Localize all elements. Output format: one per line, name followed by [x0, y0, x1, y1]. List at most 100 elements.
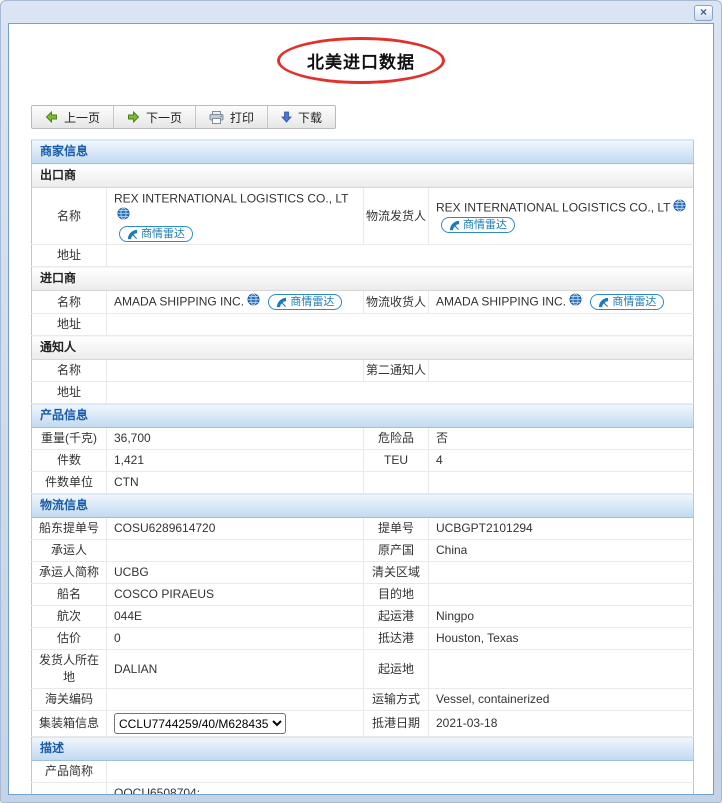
field-label: 抵达港	[363, 627, 429, 651]
section-header-product: 产品信息	[31, 403, 694, 429]
container-info-cell: CCLU7744259/40/M628435	[106, 710, 364, 738]
next-page-button[interactable]: 下一页	[114, 106, 197, 128]
vessel-name-value: COSCO PIRAEUS	[106, 583, 364, 607]
teu-value: 4	[428, 449, 694, 473]
table-row: 名称 第二通知人	[31, 359, 694, 383]
globe-icon[interactable]	[673, 199, 687, 215]
unit-value: CTN	[106, 471, 364, 495]
voyage-value: 044E	[106, 605, 364, 629]
print-label: 打印	[230, 110, 255, 125]
field-label: 产品描述	[31, 782, 107, 794]
arrival-date-value: 2021-03-18	[428, 710, 694, 738]
dialog-content: 北美进口数据 上一页 下一页 打印 下载 商家信息 出口商 名称 REX INT…	[8, 23, 714, 795]
section-header-merchant: 商家信息	[31, 139, 694, 164]
customs-area-value	[428, 561, 694, 585]
field-label: 运输方式	[363, 688, 429, 712]
radar-icon	[127, 229, 138, 239]
container-select[interactable]: CCLU7744259/40/M628435	[114, 713, 286, 735]
origin-country-value: China	[428, 539, 694, 563]
radar-badge-label: 商情雷达	[290, 295, 335, 308]
radar-badge-label: 商情雷达	[141, 227, 185, 240]
field-label: 第二通知人	[363, 359, 429, 383]
shipper-name: REX INTERNATIONAL LOGISTICS CO., LT	[436, 200, 671, 215]
weight-value: 36,700	[106, 427, 364, 451]
transport-mode-value: Vessel, containerized	[428, 688, 694, 712]
detail-table: 商家信息 出口商 名称 REX INTERNATIONAL LOGISTICS …	[31, 139, 695, 794]
table-row: 船名 COSCO PIRAEUS 目的地	[31, 583, 694, 607]
table-row: 估价 0 抵达港 Houston, Texas	[31, 627, 694, 651]
field-label	[363, 471, 429, 495]
carrier-value	[106, 539, 364, 563]
globe-icon[interactable]	[117, 207, 130, 223]
field-label: 原产国	[363, 539, 429, 563]
destination-value	[428, 583, 694, 607]
product-description-value: OOCU6508704: 001:KITCHEN WAREIMPORT WHIT…	[106, 782, 694, 794]
field-label: 地址	[31, 313, 107, 337]
table-row: 集装箱信息 CCLU7744259/40/M628435 抵港日期 2021-0…	[31, 710, 694, 738]
importer-name-cell: AMADA SHIPPING INC. 商情雷达	[106, 290, 364, 315]
field-label: 起运港	[363, 605, 429, 629]
radar-badge-button[interactable]: 商情雷达	[268, 294, 343, 311]
shipper-name-cell: REX INTERNATIONAL LOGISTICS CO., LT 商情雷达	[428, 187, 694, 246]
product-short-name-value	[106, 760, 694, 784]
importer-name: AMADA SHIPPING INC.	[114, 294, 245, 309]
table-row: 船东提单号 COSU6289614720 提单号 UCBGPT2101294	[31, 517, 694, 541]
shipper-location-value: DALIAN	[106, 649, 364, 690]
table-row: 承运人简称 UCBG 清关区域	[31, 561, 694, 585]
subsection-notify: 通知人	[31, 335, 694, 361]
field-label: 地址	[31, 244, 107, 268]
consignee-name: AMADA SHIPPING INC.	[436, 294, 567, 309]
section-header-logistics: 物流信息	[31, 493, 694, 519]
table-row: 件数单位 CTN	[31, 471, 694, 495]
globe-icon[interactable]	[247, 293, 260, 309]
field-label: 估价	[31, 627, 107, 651]
table-row: 地址	[31, 313, 694, 337]
radar-icon	[277, 297, 287, 307]
carrier-abbr-value: UCBG	[106, 561, 364, 585]
table-row: 产品简称	[31, 760, 694, 784]
radar-badge-button[interactable]: 商情雷达	[119, 226, 193, 243]
radar-icon	[449, 220, 460, 231]
red-ellipse-annotation: 北美进口数据	[277, 37, 445, 84]
next-page-label: 下一页	[146, 110, 183, 125]
section-header-description: 描述	[31, 736, 694, 762]
table-row: 重量(千克) 36,700 危险品 否	[31, 427, 694, 451]
table-row: 地址	[31, 381, 694, 405]
field-label: 发货人所在地	[31, 649, 107, 690]
exporter-address	[106, 244, 694, 268]
field-label: 地址	[31, 381, 107, 405]
subsection-exporter: 出口商	[31, 163, 694, 188]
radar-badge-label: 商情雷达	[463, 218, 507, 231]
origin-place-value	[428, 649, 694, 690]
prev-page-button[interactable]: 上一页	[32, 106, 115, 128]
title-area: 北美进口数据	[9, 37, 713, 95]
master-bl-value: COSU6289614720	[106, 517, 364, 541]
close-button[interactable]: ×	[694, 5, 713, 21]
field-label: 物流收货人	[363, 290, 429, 315]
radar-badge-button[interactable]: 商情雷达	[590, 294, 665, 311]
departure-port-value: Ningpo	[428, 605, 694, 629]
toolbar: 上一页 下一页 打印 下载	[31, 105, 337, 129]
dangerous-value: 否	[428, 427, 694, 451]
download-label: 下载	[298, 110, 323, 125]
table-row: 承运人 原产国 China	[31, 539, 694, 563]
print-button[interactable]: 打印	[196, 106, 269, 128]
bl-value: UCBGPT2101294	[428, 517, 694, 541]
importer-address	[106, 313, 694, 337]
globe-icon[interactable]	[569, 293, 582, 309]
field-label: 清关区域	[363, 561, 429, 585]
table-row: 产品描述 OOCU6508704: 001:KITCHEN WAREIMPORT…	[31, 782, 694, 794]
download-button[interactable]: 下载	[268, 106, 335, 128]
field-label: 船东提单号	[31, 517, 107, 541]
empty-value	[428, 471, 694, 495]
field-label: 件数单位	[31, 471, 107, 495]
field-label: 目的地	[363, 583, 429, 607]
notify-name	[106, 359, 364, 383]
radar-badge-button[interactable]: 商情雷达	[441, 217, 515, 234]
field-label: 海关编码	[31, 688, 107, 712]
pieces-value: 1,421	[106, 449, 364, 473]
field-label: TEU	[363, 449, 429, 473]
table-row: 地址	[31, 244, 694, 268]
dialog-titlebar: ×	[1, 1, 721, 23]
valuation-value: 0	[106, 627, 364, 651]
